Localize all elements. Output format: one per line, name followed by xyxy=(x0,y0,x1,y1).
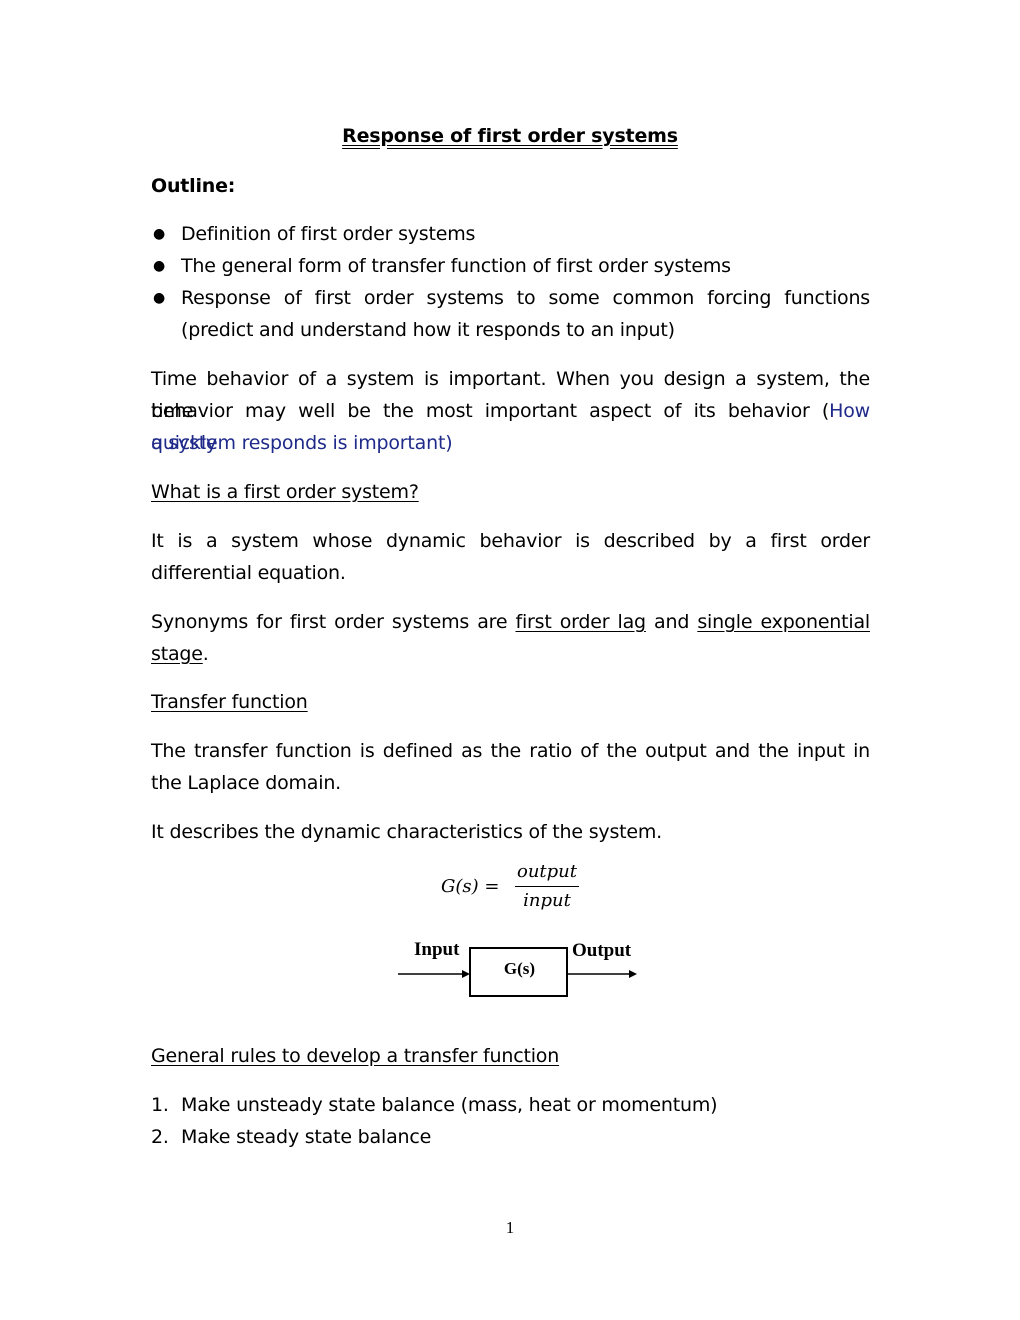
paragraph-line: the Laplace domain. xyxy=(151,772,342,794)
equation-denominator: input xyxy=(523,890,571,911)
output-label: Output xyxy=(572,940,632,961)
list-number: 1. xyxy=(151,1094,169,1116)
paragraph-line: It is a system whose dynamic behavior is… xyxy=(151,530,870,552)
bullet-icon: ● xyxy=(153,258,166,274)
outline-heading: Outline: xyxy=(151,175,236,197)
paragraph-text: and xyxy=(645,611,698,633)
bullet-icon: ● xyxy=(153,290,166,306)
input-label: Input xyxy=(414,939,460,960)
term-stage: stage xyxy=(151,643,203,665)
highlight-text: a system responds is important) xyxy=(151,432,453,454)
paragraph-dynamic-characteristics: It describes the dynamic characteristics… xyxy=(151,821,663,843)
equation-numerator: output xyxy=(516,861,577,882)
section-heading-what-is: What is a first order system? xyxy=(151,481,419,503)
output-arrowhead-icon xyxy=(629,970,637,978)
paragraph-line: differential equation. xyxy=(151,562,346,584)
section-heading-transfer-function: Transfer function xyxy=(151,691,308,713)
equation-fraction: output input xyxy=(514,858,580,915)
paragraph-line: The transfer function is defined as the … xyxy=(151,740,870,762)
list-item: Make unsteady state balance (mass, heat … xyxy=(181,1094,718,1116)
outline-item: Definition of first order systems xyxy=(181,223,476,245)
paragraph-line: stage. xyxy=(151,638,209,670)
paragraph-text: . xyxy=(202,643,209,665)
section-heading-general-rules: General rules to develop a transfer func… xyxy=(151,1045,560,1067)
outline-item: Response of first order systems to some … xyxy=(181,287,870,309)
term-first-order-lag: first order lag xyxy=(515,611,646,633)
paragraph-text: Synonyms for first order systems are xyxy=(151,611,516,633)
equation-lhs: G(s) = xyxy=(441,876,500,897)
block-label: G(s) xyxy=(503,959,536,978)
bullet-icon: ● xyxy=(153,226,166,242)
outline-item-continuation: (predict and understand how it responds … xyxy=(181,319,675,341)
block-diagram: Input G(s) Output xyxy=(396,935,646,1005)
paragraph-line: Synonyms for first order systems are fir… xyxy=(151,606,870,638)
document-page: Response of first order systems Outline:… xyxy=(0,0,1020,1320)
input-arrowhead-icon xyxy=(462,970,470,978)
term-single-exponential: single exponential xyxy=(697,611,870,633)
document-title: Response of first order systems xyxy=(342,125,678,147)
list-item: Make steady state balance xyxy=(181,1126,432,1148)
page-number: 1 xyxy=(505,1218,515,1237)
outline-item: The general form of transfer function of… xyxy=(181,255,731,277)
list-number: 2. xyxy=(151,1126,169,1148)
paragraph-text: behavior may well be the most important … xyxy=(151,400,830,422)
